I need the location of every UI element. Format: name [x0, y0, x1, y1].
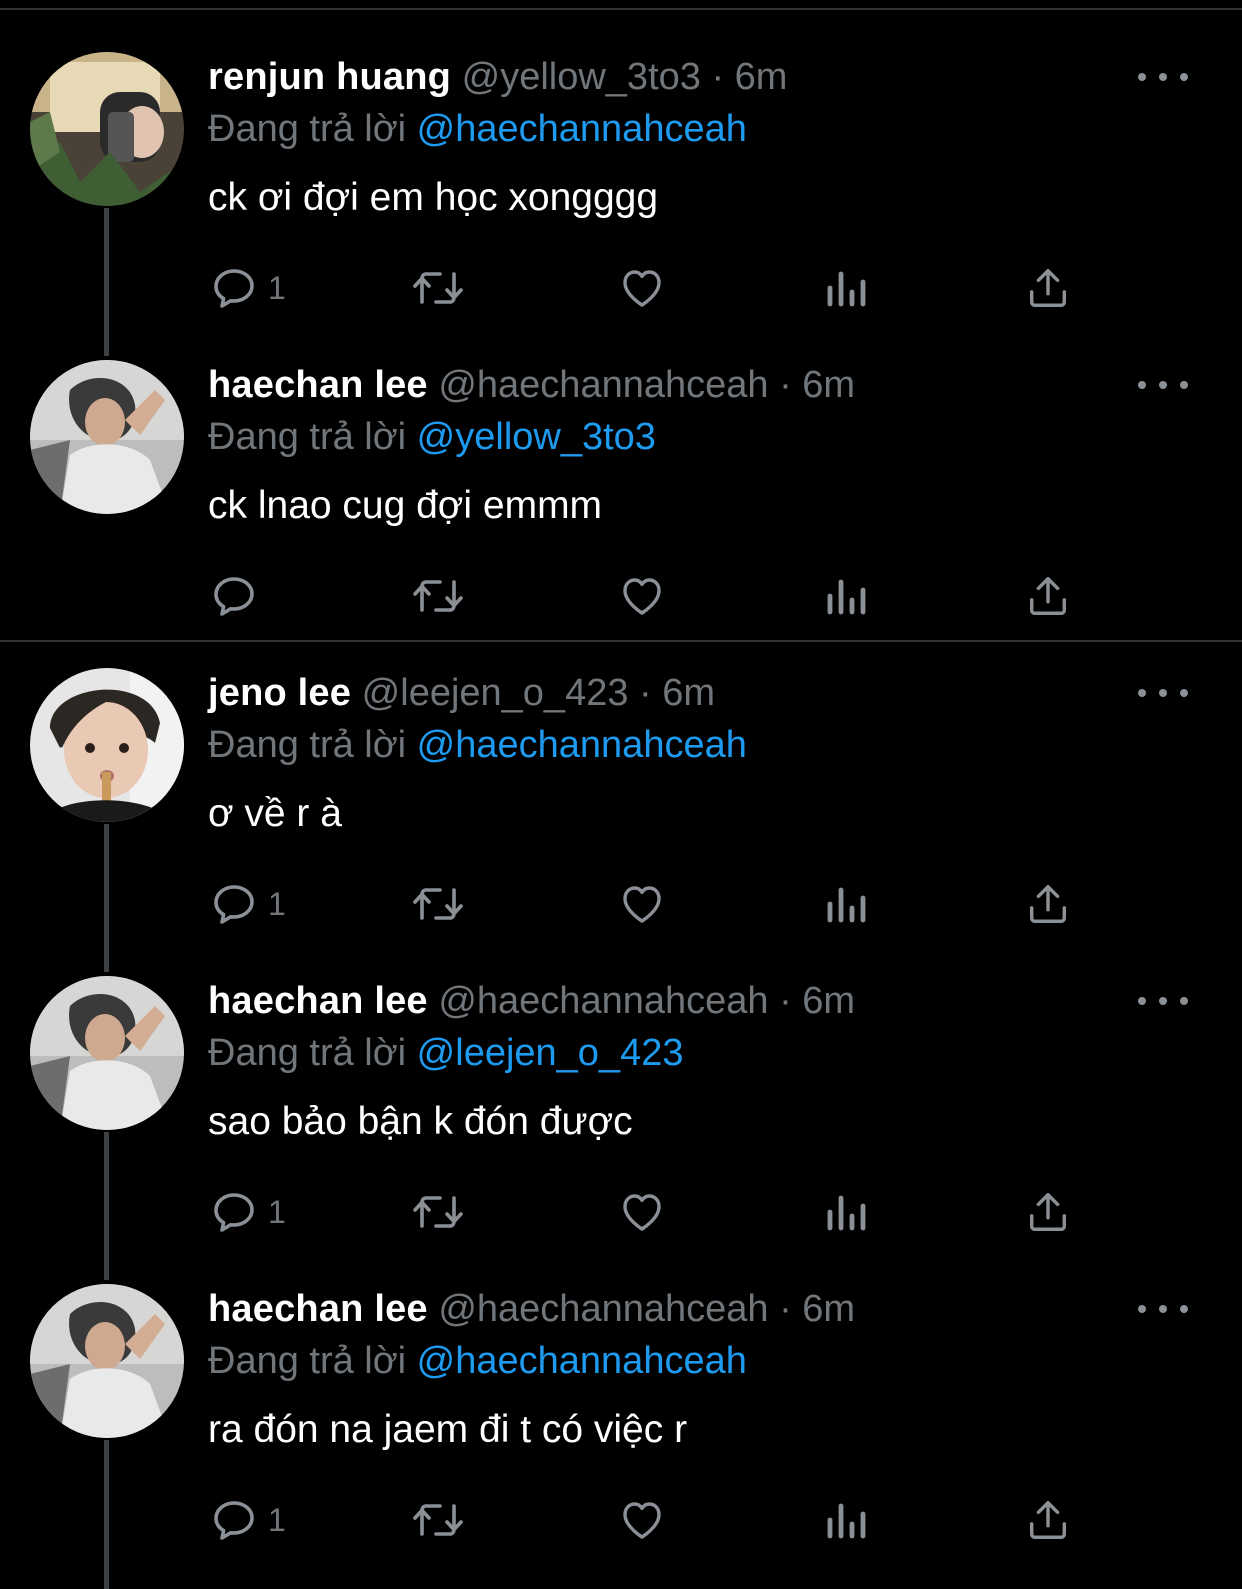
timestamp[interactable]: 6m	[735, 56, 788, 98]
tweet[interactable]: renjun huang @yellow_3to3 · 6m Đang trả …	[0, 0, 1242, 310]
username[interactable]: @haechannahceah	[438, 364, 768, 406]
replying-to: Đang trả lời @haechannahceah	[208, 720, 747, 770]
retweet-icon	[413, 1196, 463, 1228]
views-icon	[827, 271, 866, 307]
share-icon	[1029, 269, 1067, 307]
heart-icon	[623, 1502, 661, 1539]
replying-to: Đang trả lời @haechannahceah	[208, 104, 747, 154]
more-icon[interactable]	[1138, 986, 1188, 1016]
more-icon[interactable]	[1138, 1294, 1188, 1324]
avatar[interactable]	[30, 52, 184, 206]
views-icon	[827, 1195, 866, 1231]
avatar[interactable]	[30, 668, 184, 822]
more-icon[interactable]	[1138, 370, 1188, 400]
timestamp[interactable]: 6m	[802, 364, 855, 406]
separator-dot: ·	[711, 56, 725, 98]
separator-dot: ·	[779, 980, 792, 1022]
display-name[interactable]: haechan lee	[208, 1288, 428, 1330]
share-icon	[1029, 1501, 1067, 1539]
mention-link[interactable]: @haechannahceah	[417, 724, 747, 766]
tweet-text: ra đón na jaem đi t có việc r	[208, 1408, 688, 1451]
mention-link[interactable]: @yellow_3to3	[417, 416, 656, 458]
reply-icon	[214, 269, 254, 308]
mention-link[interactable]: @leejen_o_423	[417, 1032, 684, 1074]
display-name[interactable]: renjun huang	[208, 56, 451, 98]
username[interactable]: @haechannahceah	[438, 980, 768, 1022]
retweet-icon	[413, 580, 463, 612]
views-icon	[827, 579, 866, 615]
more-icon[interactable]	[1138, 678, 1188, 708]
heart-icon	[623, 886, 661, 923]
heart-icon	[623, 578, 661, 615]
views-button[interactable]	[824, 1492, 868, 1548]
tweet[interactable]: haechan lee @haechannahceah · 6m Đang tr…	[0, 1232, 1242, 1542]
tweet[interactable]: haechan lee @haechannahceah · 6m Đang tr…	[0, 308, 1242, 618]
display-name[interactable]: haechan lee	[208, 980, 428, 1022]
replying-to-label: Đang trả lời	[208, 416, 407, 458]
replying-to-label: Đang trả lời	[208, 724, 407, 766]
avatar[interactable]	[30, 1284, 184, 1438]
reply-icon	[214, 577, 254, 616]
action-bar: 1	[0, 1492, 1242, 1548]
heart-icon	[623, 1194, 661, 1231]
like-button[interactable]	[617, 1492, 667, 1548]
display-name[interactable]: jeno lee	[208, 672, 351, 714]
avatar[interactable]	[30, 976, 184, 1130]
timestamp[interactable]: 6m	[802, 980, 855, 1022]
display-name[interactable]: haechan lee	[208, 364, 428, 406]
retweet-button[interactable]	[412, 1492, 464, 1548]
tweet-header: jeno lee @leejen_o_423 · 6m	[208, 668, 715, 718]
tweet[interactable]: haechan lee @haechannahceah · 6m Đang tr…	[0, 924, 1242, 1234]
replying-to-label: Đang trả lời	[208, 108, 407, 150]
separator-dot: ·	[779, 1288, 792, 1330]
retweet-icon	[413, 888, 463, 920]
tweet-header: haechan lee @haechannahceah · 6m	[208, 976, 855, 1026]
share-icon	[1029, 1193, 1067, 1231]
retweet-icon	[413, 272, 463, 304]
share-icon	[1029, 577, 1067, 615]
separator-dot: ·	[779, 364, 792, 406]
tweet-text: sao bảo bận k đón được	[208, 1100, 633, 1143]
tweet[interactable]: jeno lee @leejen_o_423 · 6m Đang trả lời…	[0, 616, 1242, 926]
views-icon	[827, 887, 866, 923]
replying-to-label: Đang trả lời	[208, 1340, 407, 1382]
mention-link[interactable]: @haechannahceah	[417, 1340, 747, 1382]
more-icon[interactable]	[1138, 62, 1188, 92]
tweet-header: renjun huang @yellow_3to3 · 6m	[208, 52, 787, 102]
reply-icon	[214, 1193, 254, 1232]
tweet-header: haechan lee @haechannahceah · 6m	[208, 360, 855, 410]
username[interactable]: @haechannahceah	[438, 1288, 768, 1330]
tweet-header: haechan lee @haechannahceah · 6m	[208, 1284, 855, 1334]
reply-icon	[214, 1501, 254, 1540]
tweet-text: ơ về r à	[208, 792, 342, 835]
reply-button[interactable]: 1	[210, 1492, 286, 1548]
share-button[interactable]	[1025, 1492, 1071, 1548]
replying-to: Đang trả lời @leejen_o_423	[208, 1028, 683, 1078]
mention-link[interactable]: @haechannahceah	[417, 108, 747, 150]
avatar[interactable]	[30, 360, 184, 514]
reply-icon	[214, 885, 254, 924]
retweet-icon	[413, 1504, 463, 1536]
replying-to-label: Đang trả lời	[208, 1032, 407, 1074]
heart-icon	[623, 270, 661, 307]
timestamp[interactable]: 6m	[802, 1288, 855, 1330]
replying-to: Đang trả lời @haechannahceah	[208, 1336, 747, 1386]
username[interactable]: @yellow_3to3	[462, 56, 701, 98]
views-icon	[827, 1503, 866, 1539]
replying-to: Đang trả lời @yellow_3to3	[208, 412, 656, 462]
timestamp[interactable]: 6m	[662, 672, 715, 714]
reply-count: 1	[268, 1502, 286, 1538]
separator-dot: ·	[639, 672, 652, 714]
username[interactable]: @leejen_o_423	[362, 672, 629, 714]
tweet-text: ck lnao cug đợi emmm	[208, 484, 603, 527]
tweet-text: ck ơi đợi em học xongggg	[208, 176, 659, 219]
share-icon	[1029, 885, 1067, 923]
